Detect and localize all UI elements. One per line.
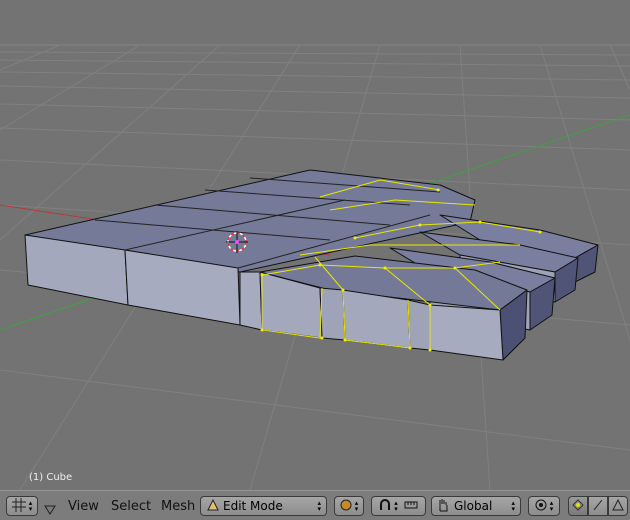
face-select-button[interactable] [608, 496, 628, 516]
edge-select-button[interactable] [588, 496, 608, 516]
triangle-down-icon[interactable] [44, 500, 56, 519]
vertex-select-icon [572, 498, 584, 514]
updown-arrows-icon: ▴ ▾ [317, 499, 321, 513]
grid-editor-icon [11, 497, 26, 515]
mode-select[interactable]: Edit Mode ▴ ▾ [200, 496, 327, 516]
face-select-icon [612, 498, 624, 514]
updown-arrows-icon: ▴ ▾ [394, 499, 398, 513]
mesh-object[interactable] [24, 169, 599, 361]
hand-icon [436, 498, 450, 515]
snap-button[interactable]: ▴ ▾ [528, 496, 560, 516]
snap-target-icon [535, 499, 547, 514]
viewport-header: ▴ ▾ View Select Mesh Edit Mode ▴ ▾ ▴ ▾ ▴ ▾ G… [0, 490, 630, 520]
mode-label: Edit Mode [223, 499, 283, 513]
3d-viewport[interactable]: (1) Cube [0, 0, 630, 490]
updown-arrows-icon: ▴ ▾ [354, 499, 359, 513]
vertex-select-button[interactable] [568, 496, 588, 516]
editor-type-button[interactable]: ▴ ▾ [6, 496, 38, 516]
menu-mesh[interactable]: Mesh [161, 499, 195, 514]
pivot-manipulator-group[interactable]: ▴ ▾ [371, 496, 426, 516]
orientation-select[interactable]: Global ▴ ▾ [431, 496, 521, 516]
orientation-label: Global [454, 499, 493, 513]
viewport-shading-button[interactable]: ▴ ▾ [334, 496, 364, 516]
object-label: (1) Cube [29, 472, 73, 483]
updown-arrows-icon: ▴ ▾ [28, 499, 33, 513]
menu-view[interactable]: View [68, 499, 99, 514]
viewport-canvas[interactable] [0, 0, 630, 490]
manipulator-ruler-icon[interactable] [404, 499, 418, 514]
updown-arrows-icon: ▴ ▾ [511, 499, 515, 513]
pivot-magnet-icon[interactable] [379, 498, 391, 514]
menu-select[interactable]: Select [111, 499, 151, 514]
shading-sphere-icon [340, 499, 352, 514]
updown-arrows-icon: ▴ ▾ [549, 499, 554, 513]
edge-select-icon [592, 499, 604, 514]
edit-mode-triangle-icon [207, 498, 219, 514]
